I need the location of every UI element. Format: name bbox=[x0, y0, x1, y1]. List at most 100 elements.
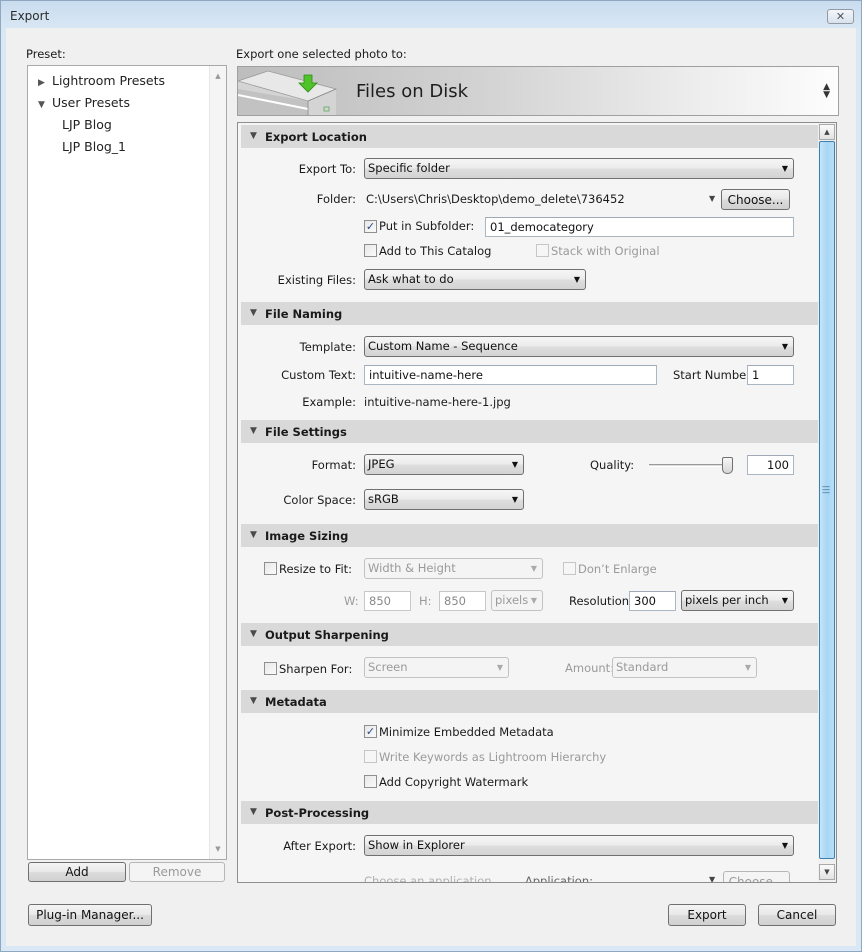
close-button[interactable]: ✕ bbox=[827, 9, 854, 24]
export-to-select[interactable]: Specific folder ▼ bbox=[364, 158, 794, 179]
stack-with-original-checkbox[interactable] bbox=[536, 244, 549, 257]
preset-list-scrollbar[interactable]: ▲ ▼ bbox=[209, 66, 226, 859]
existing-files-label: Existing Files: bbox=[277, 273, 356, 287]
quality-slider-track[interactable] bbox=[649, 464, 733, 467]
height-input[interactable]: 850 bbox=[439, 591, 486, 611]
section-title: Image Sizing bbox=[265, 529, 349, 543]
copyright-watermark-checkbox[interactable] bbox=[364, 775, 377, 788]
section-collapse-icon: ▼ bbox=[250, 629, 257, 639]
dont-enlarge-checkbox[interactable] bbox=[563, 562, 576, 575]
tree-item-label: Lightroom Presets bbox=[52, 73, 165, 88]
folder-label: Folder: bbox=[316, 192, 356, 206]
size-unit-select[interactable]: pixels ▼ bbox=[491, 590, 543, 611]
subfolder-input[interactable]: 01_democategory bbox=[485, 217, 794, 237]
sharpen-for-label: Sharpen For: bbox=[279, 662, 353, 676]
minimize-metadata-label: Minimize Embedded Metadata bbox=[379, 725, 554, 739]
section-collapse-icon: ▼ bbox=[250, 426, 257, 436]
select-value: Specific folder bbox=[368, 161, 450, 175]
chevron-down-icon: ▼ bbox=[530, 596, 537, 605]
hard-drive-icon bbox=[238, 70, 338, 115]
title-bar: Export ✕ bbox=[1, 1, 861, 29]
clipped-application-row: Application: Choose an application... ▼ … bbox=[238, 861, 818, 882]
application-input[interactable]: Choose an application... bbox=[364, 874, 503, 882]
template-select[interactable]: Custom Name - Sequence ▼ bbox=[364, 336, 794, 357]
resolution-input[interactable]: 300 bbox=[629, 591, 676, 611]
section-title: Export Location bbox=[265, 130, 367, 144]
scrollbar-thumb[interactable] bbox=[819, 141, 835, 859]
write-keywords-label: Write Keywords as Lightroom Hierarchy bbox=[379, 750, 607, 764]
settings-scrollbar[interactable]: ▲ — — — ▼ bbox=[818, 123, 836, 882]
add-to-catalog-checkbox[interactable] bbox=[364, 244, 377, 257]
quality-slider-thumb[interactable] bbox=[722, 457, 733, 474]
section-header-metadata[interactable]: ▼ Metadata bbox=[241, 690, 818, 713]
preset-tree-item-lightroom-presets[interactable]: ▶ Lightroom Presets bbox=[38, 73, 165, 88]
preset-tree-item-user-presets[interactable]: ▼ User Presets bbox=[38, 95, 130, 110]
expand-arrow-icon[interactable]: ▶ bbox=[38, 78, 52, 88]
amount-select[interactable]: Standard ▼ bbox=[612, 657, 757, 678]
scroll-down-icon[interactable]: ▼ bbox=[819, 864, 835, 880]
example-label: Example: bbox=[302, 395, 356, 409]
export-dialog: Export ✕ Preset: ▶ Lightroom Presets ▼ Use… bbox=[0, 0, 862, 952]
minimize-metadata-checkbox[interactable]: ✓ bbox=[364, 725, 377, 738]
add-to-catalog-label: Add to This Catalog bbox=[379, 244, 492, 258]
up-down-chevron-icon[interactable]: ▲ ▼ bbox=[823, 83, 830, 100]
resolution-unit-select[interactable]: pixels per inch ▼ bbox=[681, 590, 794, 611]
resolution-label: Resolution: bbox=[569, 594, 633, 608]
export-button[interactable]: Export bbox=[668, 904, 746, 926]
scroll-up-icon[interactable]: ▲ bbox=[819, 124, 835, 140]
add-preset-button[interactable]: Add bbox=[28, 862, 126, 882]
export-destination-label: Export one selected photo to: bbox=[236, 47, 407, 61]
preset-tree-item-ljp-blog[interactable]: LJP Blog bbox=[62, 117, 112, 132]
choose-application-button[interactable]: Choose... bbox=[723, 871, 790, 882]
export-destination-selector[interactable]: Files on Disk ▲ ▼ bbox=[237, 66, 839, 116]
choose-folder-button[interactable]: Choose... bbox=[721, 189, 790, 210]
format-select[interactable]: JPEG ▼ bbox=[364, 454, 524, 475]
chevron-down-icon: ▼ bbox=[781, 841, 788, 850]
after-export-select[interactable]: Show in Explorer ▼ bbox=[364, 835, 794, 856]
plugin-manager-button[interactable]: Plug-in Manager... bbox=[28, 904, 152, 926]
folder-history-dropdown-icon[interactable]: ▼ bbox=[709, 194, 715, 203]
sharpen-for-select[interactable]: Screen ▼ bbox=[364, 657, 509, 678]
select-value: Custom Name - Sequence bbox=[368, 339, 518, 353]
section-header-post-processing[interactable]: ▼ Post-Processing bbox=[241, 801, 818, 824]
resize-mode-select[interactable]: Width & Height ▼ bbox=[364, 558, 543, 579]
section-collapse-icon: ▼ bbox=[250, 131, 257, 141]
select-value: Ask what to do bbox=[368, 272, 454, 286]
quality-input[interactable]: 100 bbox=[747, 455, 794, 475]
put-in-subfolder-label: Put in Subfolder: bbox=[379, 219, 475, 233]
template-label: Template: bbox=[299, 340, 356, 354]
section-title: Output Sharpening bbox=[265, 628, 389, 642]
application-dropdown-icon[interactable]: ▼ bbox=[709, 875, 715, 882]
preset-tree-item-ljp-blog-1[interactable]: LJP Blog_1 bbox=[62, 139, 126, 154]
collapse-arrow-icon[interactable]: ▼ bbox=[38, 100, 52, 110]
color-space-select[interactable]: sRGB ▼ bbox=[364, 489, 524, 510]
destination-value: Files on Disk bbox=[356, 81, 469, 102]
custom-text-input[interactable]: intuitive-name-here bbox=[364, 365, 657, 385]
section-header-file-settings[interactable]: ▼ File Settings bbox=[241, 420, 818, 443]
section-title: File Naming bbox=[265, 307, 343, 321]
cancel-button[interactable]: Cancel bbox=[758, 904, 836, 926]
chevron-down-icon: ▼ bbox=[781, 164, 788, 173]
scroll-up-icon[interactable]: ▲ bbox=[210, 68, 226, 84]
tree-item-label: User Presets bbox=[52, 95, 130, 110]
select-value: Screen bbox=[368, 660, 408, 674]
resize-to-fit-checkbox[interactable] bbox=[264, 562, 277, 575]
chevron-down-icon: ▼ bbox=[530, 564, 537, 573]
section-header-file-naming[interactable]: ▼ File Naming bbox=[241, 302, 818, 325]
sharpen-for-checkbox[interactable] bbox=[264, 662, 277, 675]
section-header-image-sizing[interactable]: ▼ Image Sizing bbox=[241, 524, 818, 547]
width-input[interactable]: 850 bbox=[364, 591, 411, 611]
section-header-export-location[interactable]: ▼ Export Location bbox=[241, 125, 818, 148]
scroll-down-icon[interactable]: ▼ bbox=[210, 841, 226, 857]
select-value: Width & Height bbox=[368, 561, 456, 575]
section-header-output-sharpening[interactable]: ▼ Output Sharpening bbox=[241, 623, 818, 646]
custom-text-label: Custom Text: bbox=[281, 368, 356, 382]
section-title: File Settings bbox=[265, 425, 347, 439]
section-title: Post-Processing bbox=[265, 806, 370, 820]
write-keywords-checkbox[interactable] bbox=[364, 750, 377, 763]
start-number-input[interactable]: 1 bbox=[747, 365, 794, 385]
put-in-subfolder-checkbox[interactable]: ✓ bbox=[364, 220, 377, 233]
remove-preset-button[interactable]: Remove bbox=[129, 862, 225, 882]
existing-files-select[interactable]: Ask what to do ▼ bbox=[364, 269, 586, 290]
tree-item-label: LJP Blog_1 bbox=[62, 139, 126, 154]
